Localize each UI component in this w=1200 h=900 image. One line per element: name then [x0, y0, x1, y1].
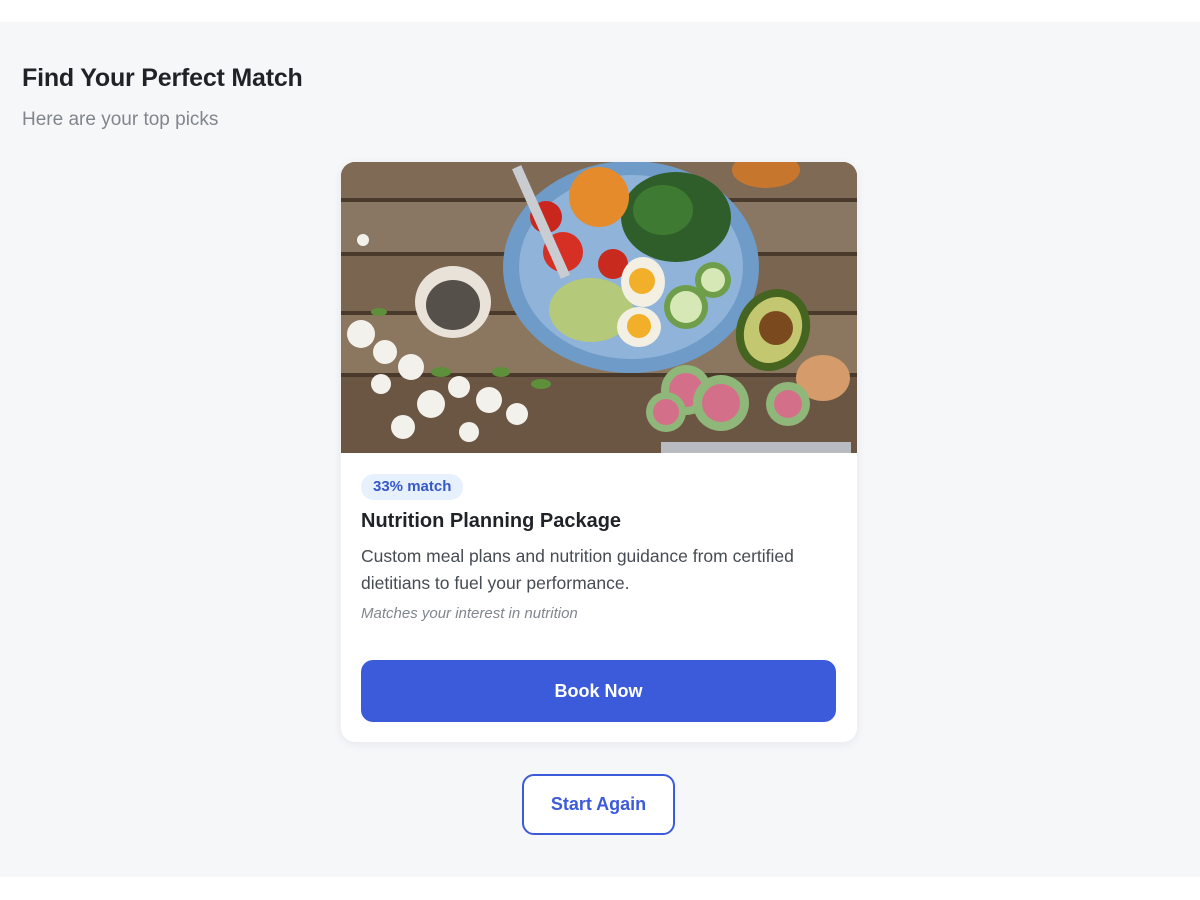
page-title: Find Your Perfect Match [22, 64, 303, 92]
results-page: Find Your Perfect Match Here are your to… [0, 22, 1200, 877]
food-photo [341, 162, 857, 453]
match-reason: Matches your interest in nutrition [361, 605, 578, 622]
recommendation-card: 33% match Nutrition Planning Package Cus… [341, 162, 857, 742]
start-again-button[interactable]: Start Again [522, 774, 675, 835]
book-now-button[interactable]: Book Now [361, 660, 836, 722]
recommendation-title: Nutrition Planning Package [361, 510, 622, 532]
match-badge: 33% match [361, 474, 464, 500]
recommendation-description: Custom meal plans and nutrition guidance… [361, 546, 794, 593]
page-subtitle: Here are your top picks [22, 109, 219, 130]
